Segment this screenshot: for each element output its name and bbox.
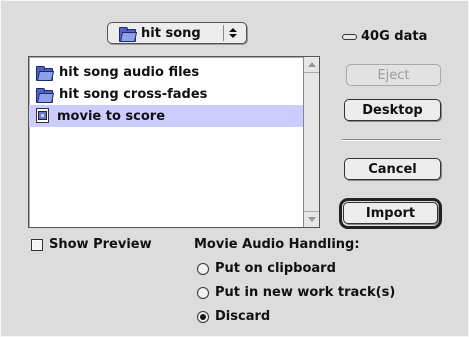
divider xyxy=(342,139,441,141)
eject-button-label: Eject xyxy=(377,67,410,83)
radio-button[interactable] xyxy=(197,286,209,299)
radio-label: Discard xyxy=(215,309,271,324)
cancel-button[interactable]: Cancel xyxy=(344,158,441,180)
scroll-up-arrow-icon[interactable] xyxy=(304,57,319,73)
list-item-label: hit song cross-fades xyxy=(59,86,208,102)
folder-icon xyxy=(35,87,55,103)
popup-arrows-icon xyxy=(223,25,242,41)
location-popup[interactable]: hit song xyxy=(107,22,247,44)
folder-icon xyxy=(35,65,55,81)
radio-button-selected[interactable] xyxy=(197,310,209,323)
list-item-selected[interactable]: movie to score xyxy=(29,105,303,127)
radio-label: Put on clipboard xyxy=(215,261,336,276)
import-button[interactable]: Import xyxy=(343,202,438,224)
list-item[interactable]: hit song cross-fades xyxy=(29,83,303,105)
disk-label: 40G data xyxy=(361,29,428,44)
radio-put-on-clipboard[interactable]: Put on clipboard xyxy=(197,261,336,276)
radio-discard[interactable]: Discard xyxy=(197,309,270,324)
list-item-label: hit song audio files xyxy=(59,64,200,80)
folder-icon xyxy=(118,26,138,42)
scrollbar[interactable] xyxy=(303,57,319,227)
list-item-label: movie to score xyxy=(57,108,166,124)
audio-handling-label: Movie Audio Handling: xyxy=(194,237,360,252)
radio-button[interactable] xyxy=(197,262,209,275)
location-popup-label: hit song xyxy=(141,25,201,41)
file-list[interactable]: hit song audio files hit song cross-fade… xyxy=(28,56,320,228)
import-button-label: Import xyxy=(365,205,416,221)
cancel-button-label: Cancel xyxy=(368,161,417,177)
show-preview-label: Show Preview xyxy=(49,237,152,252)
desktop-button[interactable]: Desktop xyxy=(344,99,441,121)
list-item[interactable]: hit song audio files xyxy=(29,61,303,83)
scroll-down-arrow-icon[interactable] xyxy=(304,211,319,227)
disk-icon xyxy=(342,33,357,40)
desktop-button-label: Desktop xyxy=(362,102,423,118)
checkbox-box[interactable] xyxy=(31,238,43,251)
disk-indicator: 40G data xyxy=(342,29,427,44)
show-preview-checkbox[interactable]: Show Preview xyxy=(31,237,152,252)
radio-put-in-new-work-tracks[interactable]: Put in new work track(s) xyxy=(197,285,395,300)
eject-button[interactable]: Eject xyxy=(346,64,441,86)
import-dialog: hit song 40G data hit song audio files h… xyxy=(0,0,469,337)
radio-label: Put in new work track(s) xyxy=(215,285,396,300)
movie-document-icon xyxy=(35,108,51,124)
